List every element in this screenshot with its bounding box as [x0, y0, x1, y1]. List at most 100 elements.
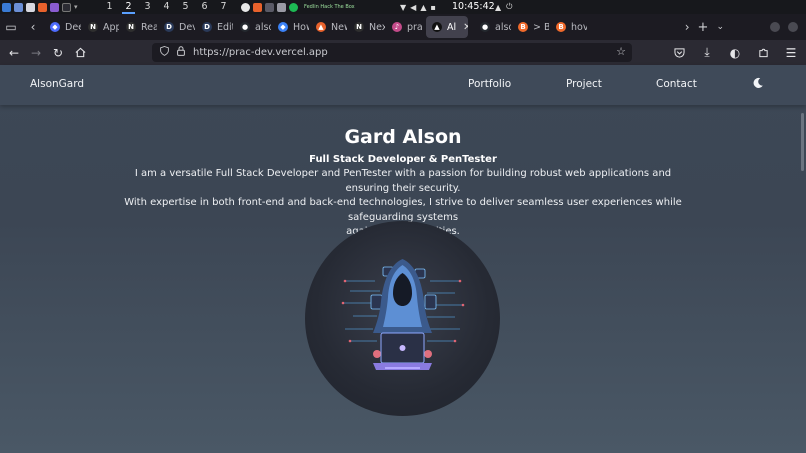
firefox-icon[interactable] — [253, 2, 262, 12]
workspace-1[interactable]: 1 — [100, 0, 119, 14]
tab-label: Devp — [179, 21, 195, 33]
brave-icon: B — [518, 22, 528, 32]
browser-tab[interactable]: ▲ New — [310, 16, 347, 38]
workspace-7[interactable]: 7 — [214, 0, 233, 14]
downloads-icon[interactable]: ⤓ — [696, 42, 718, 64]
nav-link-portfolio[interactable]: Portfolio — [468, 78, 511, 90]
wifi-icon[interactable]: ▼ — [400, 3, 406, 12]
workspace-5[interactable]: 5 — [176, 0, 195, 14]
tab-overview-icon[interactable]: ▭ — [0, 14, 22, 40]
calendar-icon[interactable]: ▪ — [430, 3, 435, 12]
dev-icon: D — [202, 22, 212, 32]
scroll-tabs-left-icon[interactable]: ‹ — [22, 14, 44, 40]
new-tab-icon[interactable]: + — [698, 20, 709, 35]
browser-tab[interactable]: N App — [82, 16, 119, 38]
browser-tab[interactable]: ◆ Deep — [44, 16, 81, 38]
start-menu-icon[interactable] — [2, 2, 11, 12]
browser-tab[interactable]: N Next — [348, 16, 385, 38]
list-tabs-icon[interactable]: ⌄ — [716, 22, 724, 32]
browser-tab[interactable]: B > Bu — [512, 16, 549, 38]
github-icon: ● — [240, 22, 250, 32]
menu-icon[interactable]: ☰ — [780, 42, 802, 64]
window-icon[interactable] — [277, 2, 286, 12]
url-text[interactable]: https://prac-dev.vercel.app — [193, 47, 328, 58]
hacker-illustration — [341, 259, 465, 370]
diamond-icon: ◆ — [278, 22, 288, 32]
hero-avatar — [305, 221, 500, 416]
browser-tab[interactable]: N Reac — [120, 16, 157, 38]
home-icon[interactable] — [69, 42, 91, 64]
url-bar[interactable]: https://prac-dev.vercel.app ☆ — [152, 43, 632, 62]
volume-icon[interactable]: ◀ — [410, 3, 416, 12]
tab-label: > Bu — [533, 21, 549, 33]
tab-label: prac — [407, 21, 423, 33]
tab-label: Al — [447, 21, 457, 33]
lock-icon[interactable]: ▲ — [495, 3, 501, 12]
browser-tab[interactable]: D Edit — [196, 16, 233, 38]
os-top-panel: ▾ 1 2 3 4 5 6 7 Fedlin Hack The Box ▼ ◀ … — [0, 0, 806, 14]
status-icons: ▼ ◀ ▲ ▪ — [400, 0, 436, 14]
pocket-icon[interactable] — [668, 42, 690, 64]
os-launchers: ▾ — [0, 2, 100, 12]
toolbar-right: ⤓ ◐ ☰ — [668, 40, 802, 65]
close-window-button[interactable] — [788, 22, 798, 32]
nav-link-project[interactable]: Project — [566, 78, 602, 90]
tab-list: ◆DeepNAppNReacDDevpDEdit●alson◆How▲NewNN… — [44, 14, 588, 40]
browser-tab[interactable]: ◆ How — [272, 16, 309, 38]
workspace-4[interactable]: 4 — [157, 0, 176, 14]
site-header: AlsonGard Portfolio Project Contact — [0, 65, 806, 105]
navigation-bar: ← → ↻ https://prac-dev.vercel.app ☆ ⤓ ◐ … — [0, 40, 806, 65]
tab-label: alson — [495, 21, 511, 33]
dev-icon: D — [164, 22, 174, 32]
notion-icon: N — [126, 22, 136, 32]
nav-link-contact[interactable]: Contact — [656, 78, 697, 90]
minimize-button[interactable] — [770, 22, 780, 32]
bookmark-star-icon[interactable]: ☆ — [616, 45, 626, 58]
chart-icon: ▲ — [316, 22, 326, 32]
notification-icon[interactable]: ▲ — [420, 3, 426, 12]
github-icon: ● — [480, 22, 490, 32]
notion-icon: N — [88, 22, 98, 32]
chevron-down-icon[interactable]: ▾ — [74, 3, 78, 11]
tab-label: hov — [571, 21, 587, 33]
workspace-2[interactable]: 2 — [119, 0, 138, 14]
site-brand[interactable]: AlsonGard — [30, 78, 84, 90]
firefox-icon[interactable] — [38, 2, 47, 12]
app-icon[interactable] — [50, 2, 59, 12]
tab-strip: ▭ ‹ ◆ Deep N App N Reac D Devp D Edit ● alson ◆ How ▲ N… — [0, 14, 806, 40]
hero-bio-line: I am a versatile Full Stack Developer an… — [134, 168, 672, 194]
shield-icon[interactable] — [160, 46, 169, 59]
window-icon[interactable] — [62, 2, 71, 12]
dark-reader-icon[interactable]: ◐ — [724, 42, 746, 64]
browser-tab[interactable]: ♪ prac — [386, 16, 423, 38]
browser-tab[interactable]: D Devp — [158, 16, 195, 38]
forward-icon[interactable]: → — [25, 42, 47, 64]
extensions-icon[interactable] — [752, 42, 774, 64]
system-tray: ▲ ⏻ — [495, 0, 512, 14]
lock-icon[interactable] — [177, 46, 185, 59]
tab-label: Next — [369, 21, 385, 33]
browser-tab[interactable]: ● alson — [474, 16, 511, 38]
power-icon[interactable]: ⏻ — [506, 2, 512, 12]
browser-tab[interactable]: ▲ Al ✕ — [426, 16, 468, 38]
workspace-6[interactable]: 6 — [195, 0, 214, 14]
web-page: AlsonGard Portfolio Project Contact Gard… — [0, 65, 806, 453]
app-icon[interactable] — [241, 2, 250, 12]
close-tab-icon[interactable]: ✕ — [463, 22, 468, 33]
workspace-3[interactable]: 3 — [138, 0, 157, 14]
terminal-icon[interactable] — [265, 2, 274, 12]
tab-label: How — [293, 21, 309, 33]
spotify-icon[interactable] — [289, 2, 298, 12]
clock[interactable]: 10:45:42 — [452, 0, 495, 14]
files-icon[interactable] — [14, 2, 23, 12]
browser-tab[interactable]: ● alson — [234, 16, 271, 38]
dark-mode-toggle-icon[interactable] — [752, 77, 764, 89]
tab-label: New — [331, 21, 347, 33]
deepseek-icon: ◆ — [50, 22, 60, 32]
vercel-icon: ▲ — [432, 22, 442, 32]
folder-icon[interactable] — [26, 2, 35, 12]
browser-tab[interactable]: Bhov — [550, 16, 587, 38]
back-icon[interactable]: ← — [3, 42, 25, 64]
reload-icon[interactable]: ↻ — [47, 42, 69, 64]
scroll-tabs-right-icon[interactable]: › — [685, 20, 690, 34]
